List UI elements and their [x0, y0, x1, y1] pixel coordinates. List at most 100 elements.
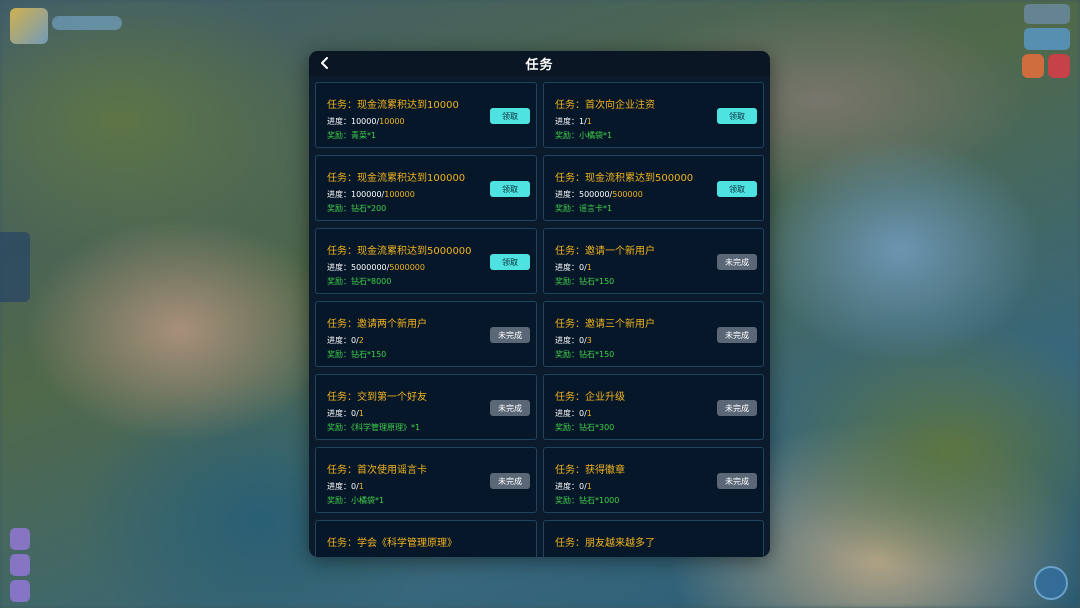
task-reward: 奖励：《科学管理原理》*1 [327, 423, 421, 432]
progress-label: 进度： [327, 190, 351, 199]
task-card: 任务：邀请一个新用户 进度：0/1 奖励：钻石*150 未完成 [543, 228, 764, 294]
player-info-bar [52, 16, 122, 30]
task-card: 任务：获得徽章 进度：0/1 奖励：钻石*1000 未完成 [543, 447, 764, 513]
side-panel-tab[interactable] [0, 232, 30, 302]
progress-label: 进度： [555, 336, 579, 345]
progress-label: 进度： [327, 263, 351, 272]
progress-total: 1 [358, 409, 364, 418]
claim-button[interactable]: 领取 [490, 254, 530, 270]
claim-button[interactable]: 领取 [717, 108, 757, 124]
task-card: 任务：企业升级 进度：0/1 奖励：钻石*300 未完成 [543, 374, 764, 440]
task-title: 任务：现金流累积达到10000 [327, 100, 459, 111]
progress-total: 5000000 [389, 263, 425, 272]
task-progress: 进度：0/1 [555, 262, 592, 273]
incomplete-button[interactable]: 未完成 [717, 473, 757, 489]
progress-total: 3 [586, 336, 592, 345]
task-card: 任务：交到第一个好友 进度：0/1 奖励：《科学管理原理》*1 未完成 [315, 374, 537, 440]
chevron-left-icon [321, 57, 328, 69]
task-panel: 任务 任务：现金流累积达到10000 进度：10000/10000 奖励：青菜*1 领… [309, 51, 770, 557]
task-progress: 进度：1/1 [555, 116, 592, 127]
progress-total: 10000 [379, 117, 405, 126]
task-reward: 奖励：钻石*150 [555, 350, 615, 359]
task-card: 任务：现金流累积达到100000 进度：100000/100000 奖励：钻石*20… [315, 155, 537, 221]
task-card: 任务：现金流累积达到10000 进度：10000/10000 奖励：青菜*1 领取 [315, 82, 537, 148]
corner-action-button[interactable] [1034, 566, 1068, 600]
panel-header: 任务 [309, 51, 770, 76]
task-reward: 奖励：青菜*1 [327, 131, 377, 140]
task-title: 任务：现金流累积达到5000000 [327, 246, 472, 257]
task-reward: 奖励：钻石*300 [555, 423, 615, 432]
task-title: 任务：邀请两个新用户 [327, 319, 427, 330]
task-card: 任务：现金流积累达到500000 进度：500000/500000 奖励：谣言卡*1… [543, 155, 764, 221]
top-right-button[interactable] [1024, 4, 1070, 24]
progress-total: 1 [586, 409, 592, 418]
task-reward: 奖励：钻石*150 [555, 277, 615, 286]
task-title: 任务：首次使用谣言卡 [327, 465, 427, 476]
task-progress: 进度：5000000/5000000 [327, 262, 425, 273]
task-card: 任务：邀请两个新用户 进度：0/2 奖励：钻石*150 未完成 [315, 301, 537, 367]
incomplete-button[interactable]: 未完成 [490, 400, 530, 416]
progress-total: 1 [586, 117, 592, 126]
task-title: 任务：交到第一个好友 [327, 392, 427, 403]
progress-label: 进度： [555, 263, 579, 272]
progress-label: 进度： [555, 190, 579, 199]
top-right-button[interactable] [1024, 28, 1070, 50]
player-avatar[interactable] [10, 8, 48, 44]
progress-total: 100000 [384, 190, 415, 199]
progress-total: 1 [586, 482, 592, 491]
panel-title: 任务 [525, 58, 554, 73]
progress-label: 进度： [555, 482, 579, 491]
task-progress: 进度：0/1 [555, 408, 592, 419]
incomplete-button[interactable]: 未完成 [717, 327, 757, 343]
task-list: 任务：现金流累积达到10000 进度：10000/10000 奖励：青菜*1 领取 任务… [315, 82, 764, 557]
incomplete-button[interactable]: 未完成 [717, 400, 757, 416]
task-reward: 奖励：钻石*8000 [327, 277, 392, 286]
task-card: 任务：朋友越来越多了 [543, 520, 764, 557]
task-card: 任务：现金流累积达到5000000 进度：5000000/5000000 奖励：钻石… [315, 228, 537, 294]
top-right-button[interactable] [1048, 54, 1070, 78]
incomplete-button[interactable]: 未完成 [717, 254, 757, 270]
task-card: 任务：首次使用谣言卡 进度：0/1 奖励：小橘袋*1 未完成 [315, 447, 537, 513]
task-title: 任务：现金流累积达到100000 [327, 173, 466, 184]
task-progress: 进度：0/1 [327, 481, 364, 492]
task-card: 任务：学会《科学管理原理》 [315, 520, 537, 557]
claim-button[interactable]: 领取 [490, 181, 530, 197]
claim-button[interactable]: 领取 [717, 181, 757, 197]
side-menu-button[interactable] [10, 528, 30, 550]
progress-total: 2 [358, 336, 364, 345]
task-title: 任务：企业升级 [555, 392, 625, 403]
task-progress: 进度：0/1 [555, 481, 592, 492]
task-progress: 进度：0/2 [327, 335, 364, 346]
task-title: 任务：学会《科学管理原理》 [327, 538, 457, 549]
progress-label: 进度： [327, 117, 351, 126]
side-menu-button[interactable] [10, 554, 30, 576]
task-progress: 进度：100000/100000 [327, 189, 415, 200]
progress-label: 进度： [555, 409, 579, 418]
progress-current: 10000 [351, 117, 377, 126]
progress-total: 500000 [612, 190, 643, 199]
task-title: 任务：邀请一个新用户 [555, 246, 655, 257]
incomplete-button[interactable]: 未完成 [490, 473, 530, 489]
progress-current: 5000000 [351, 263, 387, 272]
task-title: 任务：邀请三个新用户 [555, 319, 655, 330]
progress-label: 进度： [327, 336, 351, 345]
task-reward: 奖励：钻石*200 [327, 204, 387, 213]
task-reward: 奖励：小橘袋*1 [327, 496, 385, 505]
claim-button[interactable]: 领取 [490, 108, 530, 124]
incomplete-button[interactable]: 未完成 [490, 327, 530, 343]
progress-total: 1 [358, 482, 364, 491]
task-card: 任务：首次向企业注资 进度：1/1 奖励：小橘袋*1 领取 [543, 82, 764, 148]
task-reward: 奖励：小橘袋*1 [555, 131, 613, 140]
top-right-button[interactable] [1022, 54, 1044, 78]
task-title: 任务：现金流积累达到500000 [555, 173, 694, 184]
progress-total: 1 [586, 263, 592, 272]
side-menu-button[interactable] [10, 580, 30, 602]
task-reward: 奖励：钻石*1000 [555, 496, 620, 505]
task-progress: 进度：500000/500000 [555, 189, 643, 200]
progress-label: 进度： [327, 482, 351, 491]
progress-current: 500000 [579, 190, 610, 199]
task-reward: 奖励：钻石*150 [327, 350, 387, 359]
progress-label: 进度： [327, 409, 351, 418]
back-button[interactable] [317, 55, 333, 71]
task-progress: 进度：0/3 [555, 335, 592, 346]
